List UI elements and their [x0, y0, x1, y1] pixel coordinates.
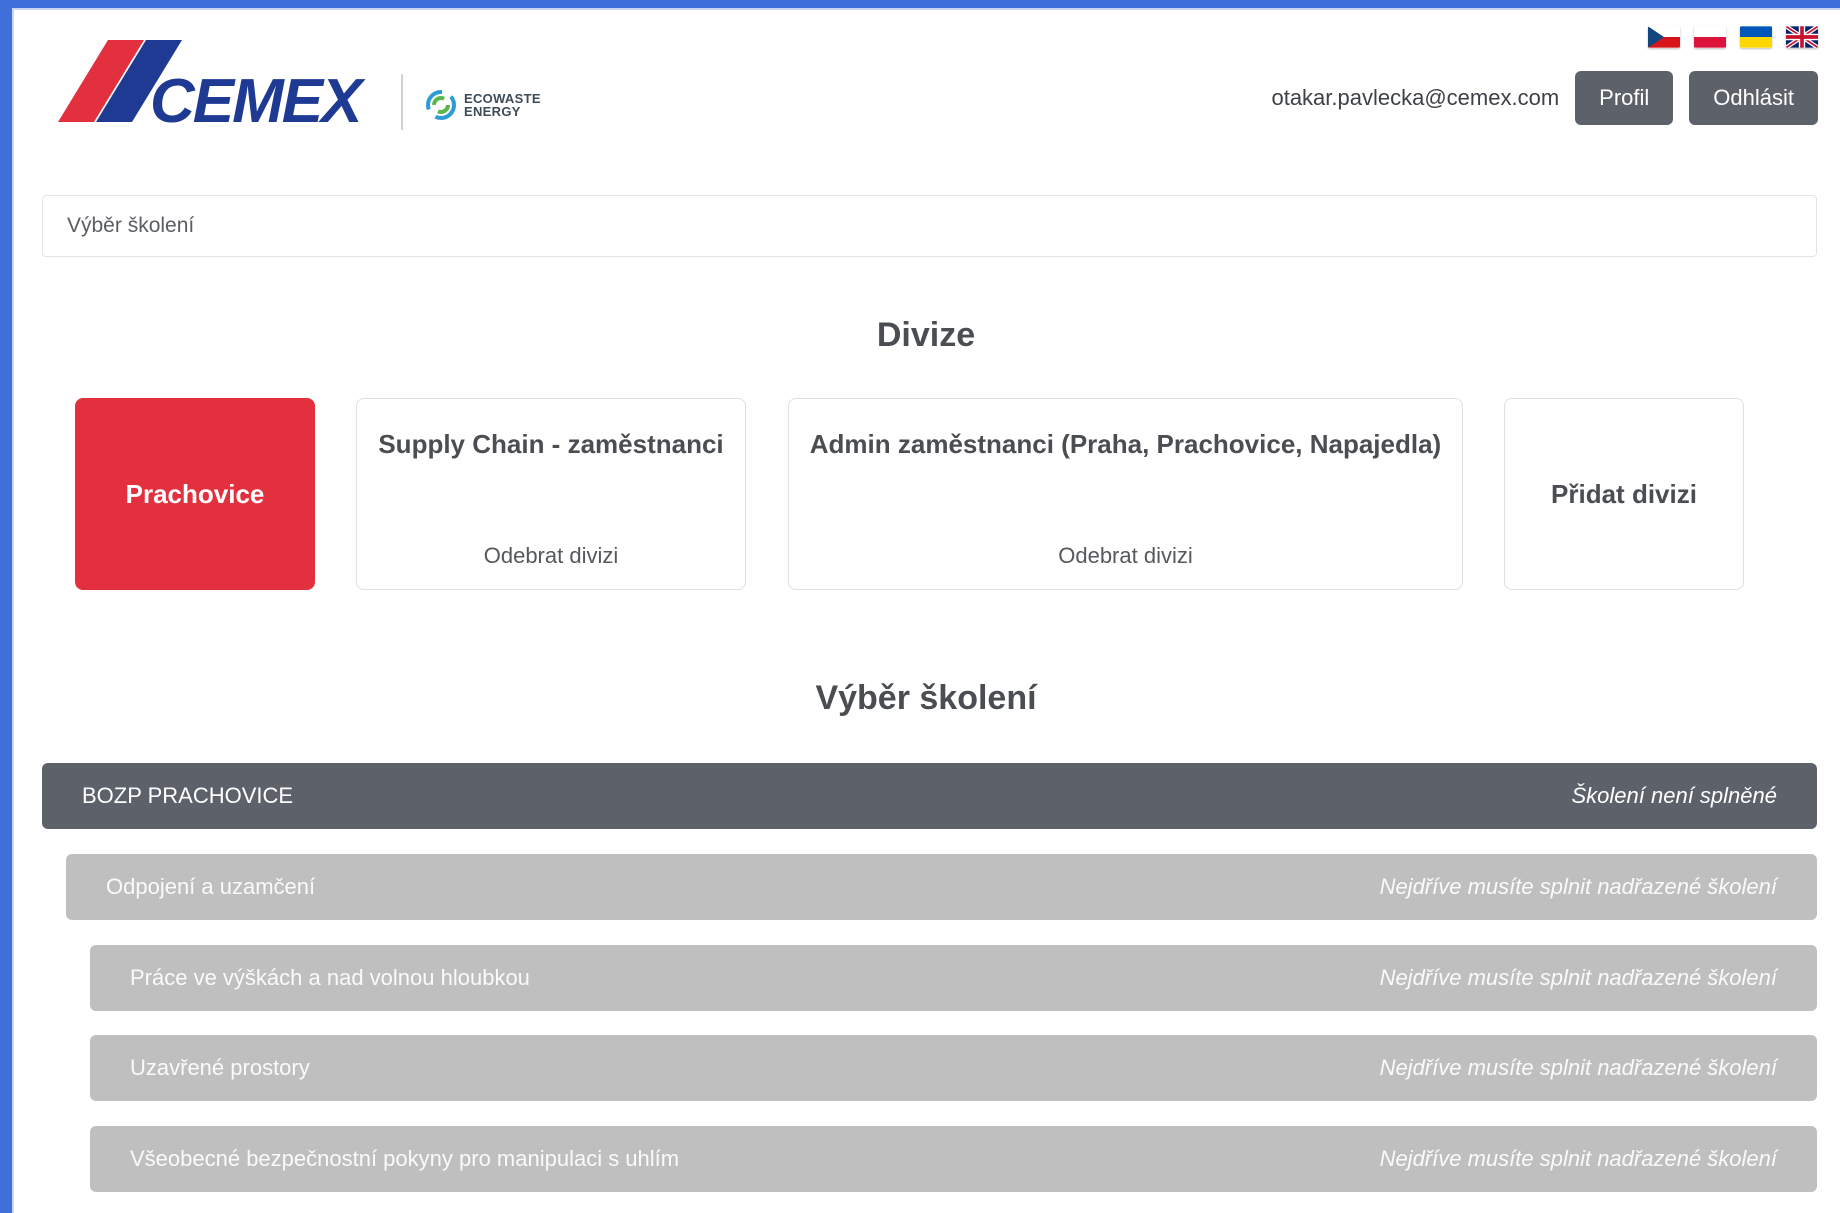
flag-ua-icon[interactable]: [1740, 26, 1772, 48]
profile-button[interactable]: Profil: [1575, 71, 1674, 125]
ecowaste-swirl-icon: [426, 90, 456, 120]
language-switcher: [1648, 26, 1818, 48]
add-division-button[interactable]: Přidat divizi: [1504, 398, 1744, 590]
training-row[interactable]: Všeobecné bezpečnostní pokyny pro manipu…: [90, 1126, 1817, 1192]
svg-text:CEMEX: CEMEX: [150, 67, 366, 130]
flag-uk-icon[interactable]: [1786, 26, 1818, 48]
remove-division-link[interactable]: Odebrat divizi: [357, 543, 745, 569]
ecowaste-line2: ENERGY: [464, 104, 521, 119]
ecowaste-logo: ECOWASTE ENERGY: [424, 88, 541, 122]
training-row[interactable]: Práce ve výškách a nad volnou hloubkou N…: [90, 945, 1817, 1011]
divisions-title: Divize: [876, 316, 976, 354]
training-status: Nejdříve musíte splnit nadřazené školení: [1379, 1146, 1777, 1171]
logo-divider: [401, 74, 403, 130]
division-name: Supply Chain - zaměstnanci: [378, 429, 724, 459]
user-bar: otakar.pavlecka@cemex.com Profil Odhlási…: [1271, 71, 1818, 125]
training-status: Nejdříve musíte splnit nadřazené školení: [1379, 965, 1777, 990]
training-row[interactable]: Uzavřené prostory Nejdříve musíte splnit…: [90, 1035, 1817, 1101]
logout-button[interactable]: Odhlásit: [1689, 71, 1818, 125]
division-name: Admin zaměstnanci (Praha, Prachovice, Na…: [809, 429, 1442, 459]
training-status: Nejdříve musíte splnit nadřazené školení: [1379, 874, 1777, 899]
remove-division-link[interactable]: Odebrat divizi: [789, 543, 1462, 569]
division-card-prachovice[interactable]: Prachovice: [75, 398, 315, 590]
training-status: Nejdříve musíte splnit nadřazené školení: [1379, 1055, 1777, 1080]
division-card-supply-chain[interactable]: Supply Chain - zaměstnanci Odebrat diviz…: [356, 398, 746, 590]
training-name: Všeobecné bezpečnostní pokyny pro manipu…: [130, 1146, 680, 1171]
training-search-input[interactable]: [42, 195, 1817, 257]
training-name: BOZP PRACHOVICE: [82, 783, 294, 808]
user-email: otakar.pavlecka@cemex.com: [1271, 85, 1560, 110]
trainings-title: Výběr školení: [815, 679, 1037, 717]
division-card-admin[interactable]: Admin zaměstnanci (Praha, Prachovice, Na…: [788, 398, 1463, 590]
flag-pl-icon[interactable]: [1694, 26, 1726, 48]
add-division-label: Přidat divizi: [1551, 478, 1697, 509]
cemex-logo: CEMEX: [58, 40, 368, 130]
division-name: Prachovice: [125, 478, 265, 509]
training-name: Práce ve výškách a nad volnou hloubkou: [130, 965, 530, 990]
header: CEMEX ECOWASTE ENERGY otakar.pavlecka@ce…: [12, 8, 1840, 188]
training-status: Školení není splněné: [1571, 783, 1778, 808]
flag-cz-icon[interactable]: [1648, 26, 1680, 48]
training-name: Odpojení a uzamčení: [106, 874, 316, 899]
training-row[interactable]: BOZP PRACHOVICE Školení není splněné: [42, 763, 1817, 829]
training-name: Uzavřené prostory: [130, 1055, 310, 1080]
training-row[interactable]: Odpojení a uzamčení Nejdříve musíte spln…: [66, 854, 1817, 920]
